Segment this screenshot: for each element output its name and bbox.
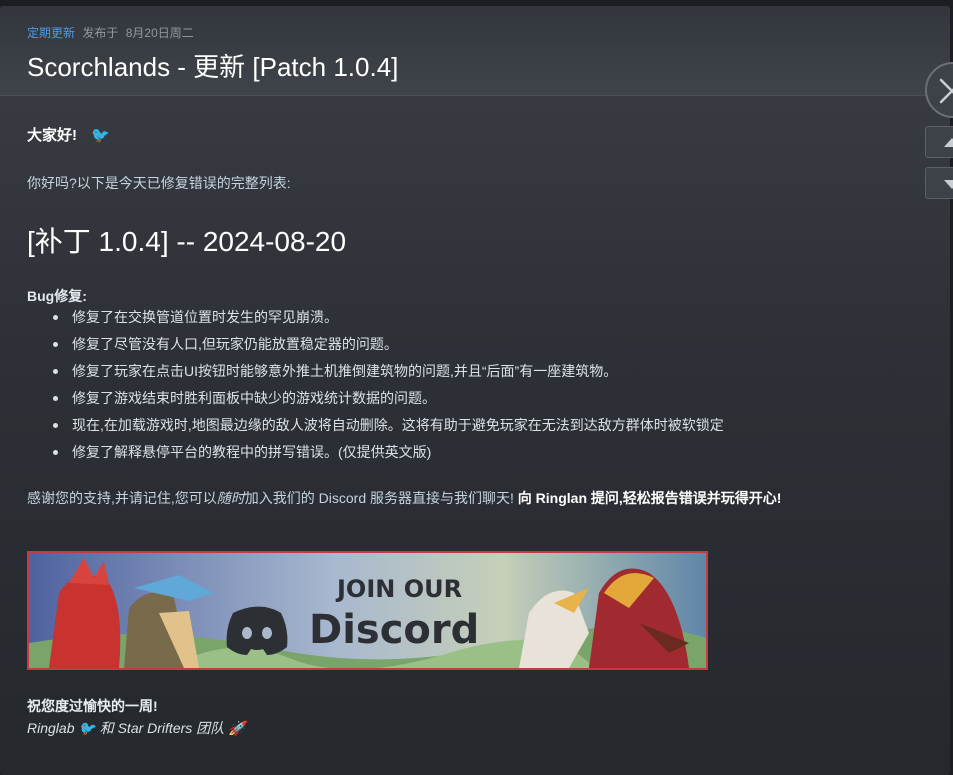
bug-list: 修复了在交换管道位置时发生的罕见崩溃。 修复了尽管没有人口,但玩家仍能放置稳定器… <box>48 304 724 466</box>
greeting-text: 大家好! <box>27 127 77 144</box>
list-item: 修复了游戏结束时胜利面板中缺少的游戏统计数据的问题。 <box>48 385 724 412</box>
discord-logo-icon <box>226 606 288 655</box>
event-title: Scorchlands - 更新 [Patch 1.0.4] <box>27 52 399 82</box>
previous-event-button[interactable] <box>925 126 953 158</box>
discord-banner[interactable]: JOIN OUR Discord <box>27 551 708 670</box>
thanks-text-italic: 随时 <box>216 490 245 506</box>
list-item: 修复了在交换管道位置时发生的罕见崩溃。 <box>48 304 724 331</box>
greeting: 大家好! 🐦 <box>27 124 110 145</box>
farewell-text: 祝您度过愉快的一周! <box>27 698 158 714</box>
list-item: 修复了尽管没有人口,但玩家仍能放置稳定器的问题。 <box>48 331 724 358</box>
banner-join-text: JOIN OUR <box>335 575 462 603</box>
list-item: 修复了玩家在点击UI按钮时能够意外推土机推倒建筑物的问题,并且“后面”有一座建筑… <box>48 358 724 385</box>
posted-date: 8月20日周二 <box>125 26 194 40</box>
intro-text: 你好吗?以下是今天已修复错误的完整列表: <box>27 175 291 191</box>
signature: Ringlab 🐦 和 Star Drifters 团队 🚀 <box>27 718 246 738</box>
bug-fix-label: Bug修复: <box>27 288 87 304</box>
thanks-text-b: 加入我们的 Discord 服务器直接与我们聊天! <box>244 490 514 506</box>
event-header: 定期更新 发布于 8月20日周二 Scorchlands - 更新 [Patch… <box>0 6 950 96</box>
thanks-text-a: 感谢您的支持,并请记住,您可以 <box>27 490 217 506</box>
signature-studio: Ringlab <box>27 720 75 736</box>
discord-banner-art: JOIN OUR Discord <box>29 553 706 668</box>
next-event-button[interactable] <box>925 167 953 199</box>
list-item: 现在,在加载游戏时,地图最边缘的敌人波将自动删除。这将有助于避免玩家在无法到达敌… <box>48 412 724 439</box>
list-item: 修复了解释悬停平台的教程中的拼写错误。(仅提供英文版) <box>48 439 724 466</box>
bird-emoji-icon: 🐦 <box>91 126 110 144</box>
event-panel: 定期更新 发布于 8月20日周二 Scorchlands - 更新 [Patch… <box>0 6 950 775</box>
close-icon <box>939 78 953 104</box>
arrow-up-icon <box>944 138 953 147</box>
thanks-paragraph: 感谢您的支持,并请记住,您可以随时加入我们的 Discord 服务器直接与我们聊… <box>27 487 907 509</box>
bird-emoji-icon: 🐦 <box>78 721 96 737</box>
signature-team: 和 Star Drifters 团队 <box>99 720 225 736</box>
posted-label: 发布于 <box>82 26 119 40</box>
event-meta: 定期更新 发布于 8月20日周二 <box>27 24 194 41</box>
thanks-text-bold: 向 Ringlan 提问,轻松报告错误并玩得开心! <box>517 490 782 506</box>
patch-heading: [补丁 1.0.4] -- 2024-08-20 <box>27 226 347 257</box>
rocket-emoji-icon: 🚀 <box>228 721 246 737</box>
arrow-down-icon <box>944 180 953 189</box>
banner-discord-text: Discord <box>309 607 479 653</box>
event-tag-link[interactable]: 定期更新 <box>27 26 75 40</box>
